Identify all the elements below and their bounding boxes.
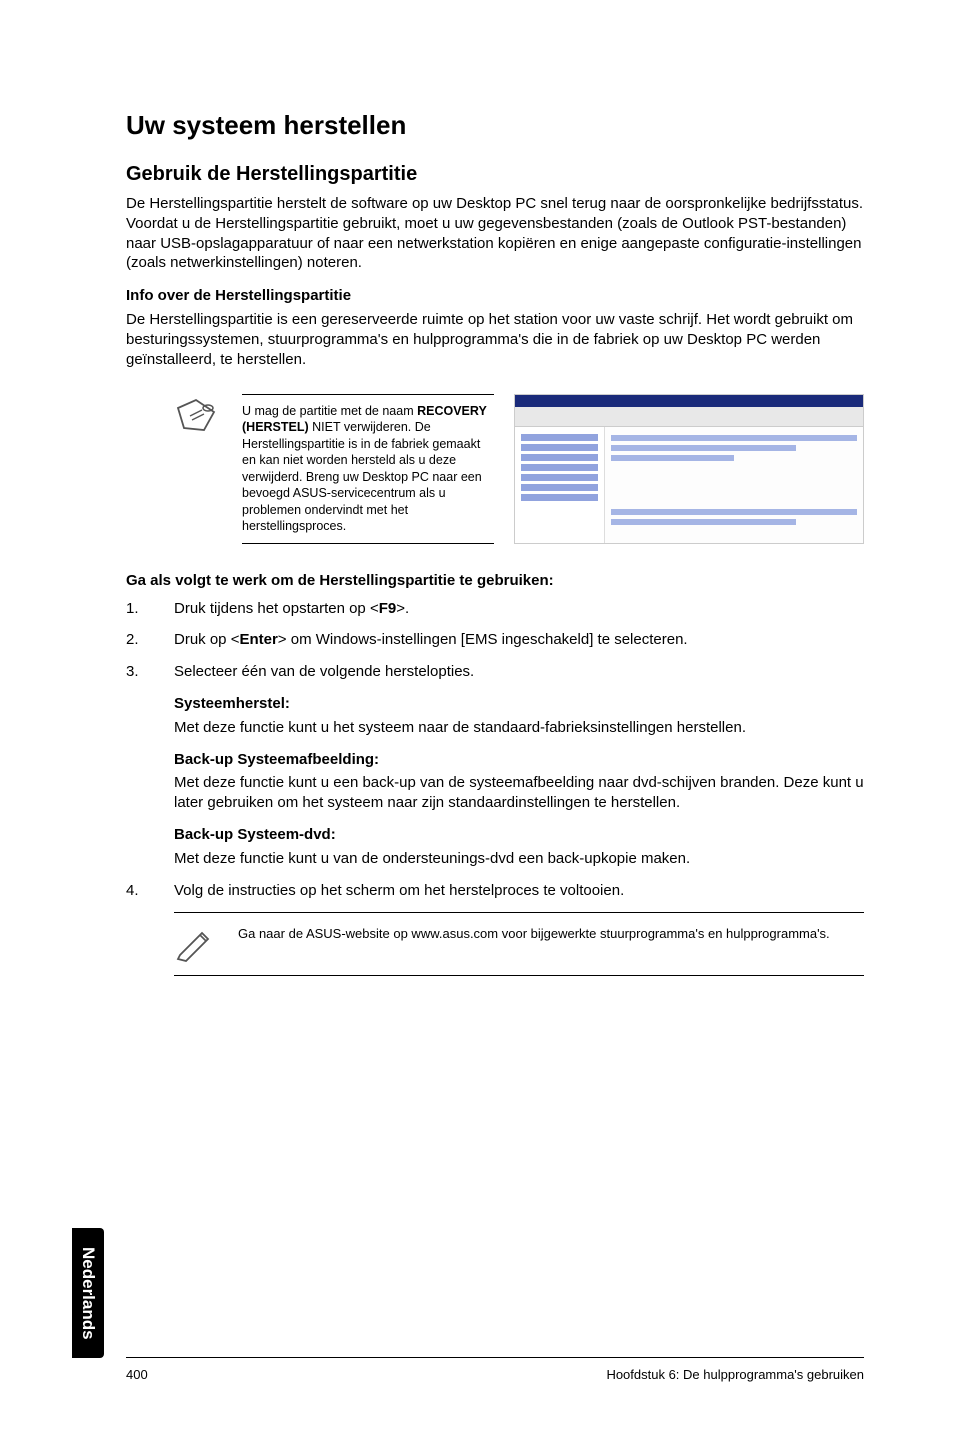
step1-key: F9 [379, 600, 397, 617]
step1-pre: Druk tijdens het opstarten op < [174, 600, 379, 617]
list-body: Selecteer één van de volgende herstelopt… [174, 662, 864, 682]
list-body: Druk op <Enter> om Windows-instellingen … [174, 630, 864, 650]
ordered-list-cont: 4. Volg de instructies op het scherm om … [126, 881, 864, 901]
section-para-1: De Herstellingspartitie herstelt de soft… [126, 194, 864, 273]
language-tab: Nederlands [72, 1228, 104, 1358]
option-block: Systeemherstel: Met deze functie kunt u … [174, 694, 864, 738]
warning-post: NIET verwijderen. De Herstellingspartiti… [242, 420, 482, 533]
warning-note: U mag de partitie met de naam RECOVERY (… [174, 386, 864, 552]
section-heading-1: Gebruik de Herstellingspartitie [126, 163, 864, 186]
page-number: 400 [126, 1367, 148, 1382]
info-note: Ga naar de ASUS-website op www.asus.com … [174, 912, 864, 976]
info-note-text: Ga naar de ASUS-website op www.asus.com … [238, 925, 830, 942]
list-number: 2. [126, 630, 174, 650]
step2-pre: Druk op < [174, 631, 239, 648]
list-item: 4. Volg de instructies op het scherm om … [126, 881, 864, 901]
list-number: 3. [126, 662, 174, 682]
option-para-3: Met deze functie kunt u van de ondersteu… [174, 849, 864, 869]
step1-post: >. [396, 600, 409, 617]
warning-pre: U mag de partitie met de naam [242, 404, 417, 418]
option-heading-3: Back-up Systeem-dvd: [174, 825, 864, 845]
option-block: Back-up Systeem-dvd: Met deze functie ku… [174, 825, 864, 869]
hand-icon [174, 394, 222, 438]
list-number: 1. [126, 599, 174, 619]
option-heading-1: Systeemherstel: [174, 694, 864, 714]
option-heading-2: Back-up Systeemafbeelding: [174, 750, 864, 770]
list-number: 4. [126, 881, 174, 901]
list-body: Volg de instructies op het scherm om het… [174, 881, 864, 901]
screenshot-thumbnail [514, 394, 864, 544]
steps-heading: Ga als volgt te werk om de Herstellingsp… [126, 572, 864, 589]
list-item: 1. Druk tijdens het opstarten op <F9>. [126, 599, 864, 619]
option-para-1: Met deze functie kunt u het systeem naar… [174, 718, 864, 738]
warning-text: U mag de partitie met de naam RECOVERY (… [242, 394, 494, 544]
list-item: 3. Selecteer één van de volgende herstel… [126, 662, 864, 682]
list-body: Druk tijdens het opstarten op <F9>. [174, 599, 864, 619]
option-block: Back-up Systeemafbeelding: Met deze func… [174, 750, 864, 813]
page: Uw systeem herstellen Gebruik de Herstel… [0, 0, 954, 1438]
ordered-list: 1. Druk tijdens het opstarten op <F9>. 2… [126, 599, 864, 682]
step2-post: > om Windows-instellingen [EMS ingeschak… [278, 631, 688, 648]
section-heading-2: Info over de Herstellingspartitie [126, 287, 864, 304]
option-para-2: Met deze functie kunt u een back-up van … [174, 773, 864, 813]
page-title: Uw systeem herstellen [126, 110, 864, 141]
pen-icon [174, 925, 216, 963]
chapter-label: Hoofdstuk 6: De hulpprogramma's gebruike… [606, 1367, 864, 1382]
step2-key: Enter [239, 631, 277, 648]
page-footer: 400 Hoofdstuk 6: De hulpprogramma's gebr… [126, 1357, 864, 1382]
list-item: 2. Druk op <Enter> om Windows-instelling… [126, 630, 864, 650]
section-para-2: De Herstellingspartitie is een gereserve… [126, 310, 864, 369]
